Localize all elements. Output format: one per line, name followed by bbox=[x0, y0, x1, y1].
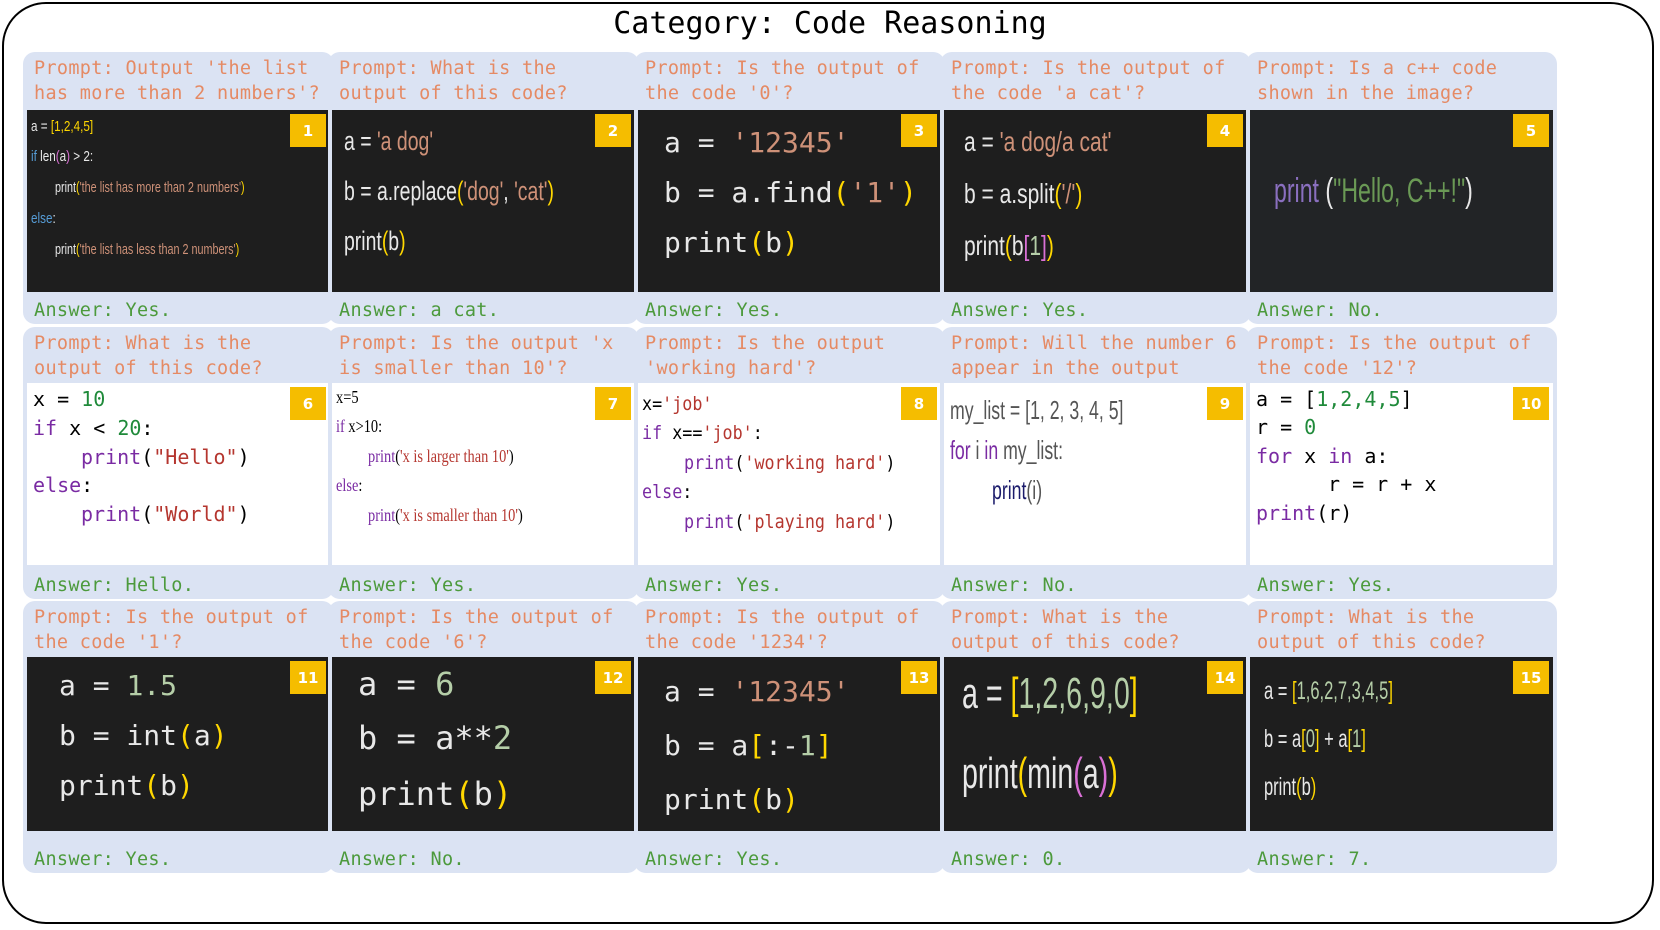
code-screenshot: 1 a = [1,2,4,5] if len(a) > 2: print('th… bbox=[27, 110, 330, 292]
example-card-12: Prompt: Is the output of the code '6'? 1… bbox=[328, 601, 639, 873]
answer-text: Answer: No. bbox=[951, 575, 1077, 596]
example-card-5: Prompt: Is a c++ code shown in the image… bbox=[1246, 52, 1557, 324]
prompt-text: Prompt: What is the output of this code? bbox=[339, 58, 568, 104]
code-screenshot: 6 x = 10 if x < 20: print("Hello") else:… bbox=[27, 383, 330, 565]
example-card-7: Prompt: Is the output 'x is smaller than… bbox=[328, 327, 639, 599]
figure-title: Category: Code Reasoning bbox=[613, 6, 1047, 41]
example-number-badge: 12 bbox=[595, 661, 631, 694]
answer-text: Answer: Yes. bbox=[1257, 575, 1395, 596]
answer-text: Answer: Hello. bbox=[34, 575, 195, 596]
code-screenshot: 4 a = 'a dog/a cat' b = a.split('/') pri… bbox=[944, 110, 1247, 292]
example-card-10: Prompt: Is the output of the code '12'? … bbox=[1246, 327, 1557, 599]
prompt-text: Prompt: Is the output 'working hard'? bbox=[645, 333, 897, 379]
code-screenshot: 12 a = 6 b = a**2 print(b) bbox=[332, 657, 635, 831]
example-card-15: Prompt: What is the output of this code?… bbox=[1246, 601, 1557, 873]
example-card-2: Prompt: What is the output of this code?… bbox=[328, 52, 639, 324]
example-card-8: Prompt: Is the output 'working hard'? 8 … bbox=[634, 327, 945, 599]
example-card-3: Prompt: Is the output of the code '0'? 3… bbox=[634, 52, 945, 324]
answer-text: Answer: Yes. bbox=[339, 575, 477, 596]
example-card-1: Prompt: Output 'the list has more than 2… bbox=[23, 52, 334, 324]
prompt-text: Prompt: Is the output of the code '12'? bbox=[1257, 333, 1543, 379]
example-number-badge: 15 bbox=[1513, 661, 1549, 694]
example-card-9: Prompt: Will the number 6 appear in the … bbox=[940, 327, 1251, 599]
example-card-13: Prompt: Is the output of the code '1234'… bbox=[634, 601, 945, 873]
example-card-6: Prompt: What is the output of this code?… bbox=[23, 327, 334, 599]
code-screenshot: 11 a = 1.5 b = int(a) print(b) bbox=[27, 657, 330, 831]
code-screenshot: 9 my_list = [1, 2, 3, 4, 5] for i in my_… bbox=[944, 383, 1247, 565]
prompt-text: Prompt: Output 'the list has more than 2… bbox=[34, 58, 320, 104]
answer-text: Answer: Yes. bbox=[645, 849, 783, 870]
example-number-badge: 10 bbox=[1513, 387, 1549, 420]
example-number-badge: 9 bbox=[1207, 387, 1243, 420]
example-card-14: Prompt: What is the output of this code?… bbox=[940, 601, 1251, 873]
prompt-text: Prompt: Is the output of the code '6'? bbox=[339, 607, 625, 653]
example-card-4: Prompt: Is the output of the code 'a cat… bbox=[940, 52, 1251, 324]
answer-text: Answer: Yes. bbox=[34, 300, 172, 321]
prompt-text: Prompt: Is the output of the code '0'? bbox=[645, 58, 931, 104]
prompt-text: Prompt: Is the output 'x is smaller than… bbox=[339, 333, 625, 379]
example-number-badge: 8 bbox=[901, 387, 937, 420]
code-screenshot: 5 print ("Hello, C++!") bbox=[1250, 110, 1553, 292]
code-screenshot: 8 x='job' if x=='job': print('working ha… bbox=[638, 383, 941, 565]
example-number-badge: 3 bbox=[901, 114, 937, 147]
code-screenshot: 14 a = [1,2,6,9,0] print(min(a)) bbox=[944, 657, 1247, 831]
prompt-text: Prompt: Is the output of the code '1'? bbox=[34, 607, 320, 653]
prompt-text: Prompt: What is the output of this code? bbox=[34, 333, 263, 379]
example-number-badge: 4 bbox=[1207, 114, 1243, 147]
code-screenshot: 10 a = [1,2,4,5] r = 0 for x in a: r = r… bbox=[1250, 383, 1553, 565]
example-number-badge: 5 bbox=[1513, 114, 1549, 147]
answer-text: Answer: Yes. bbox=[34, 849, 172, 870]
answer-text: Answer: Yes. bbox=[951, 300, 1089, 321]
example-number-badge: 7 bbox=[595, 387, 631, 420]
code-screenshot: 2 a = 'a dog' b = a.replace('dog', 'cat'… bbox=[332, 110, 635, 292]
answer-text: Answer: Yes. bbox=[645, 575, 783, 596]
code-screenshot: 13 a = '12345' b = a[:-1] print(b) bbox=[638, 657, 941, 831]
answer-text: Answer: 7. bbox=[1257, 849, 1372, 870]
example-number-badge: 2 bbox=[595, 114, 631, 147]
prompt-text: Prompt: Is the output of the code 'a cat… bbox=[951, 58, 1237, 104]
code-screenshot: 3 a = '12345' b = a.find('1') print(b) bbox=[638, 110, 941, 292]
answer-text: Answer: No. bbox=[1257, 300, 1383, 321]
example-number-badge: 11 bbox=[290, 661, 326, 694]
prompt-text: Prompt: Is the output of the code '1234'… bbox=[645, 607, 931, 653]
prompt-text: Prompt: Is a c++ code shown in the image… bbox=[1257, 58, 1509, 104]
prompt-text: Prompt: Will the number 6 appear in the … bbox=[951, 333, 1249, 379]
example-number-badge: 14 bbox=[1207, 661, 1243, 694]
answer-text: Answer: Yes. bbox=[645, 300, 783, 321]
code-screenshot: 15 a = [1,6,2,7,3,4,5] b = a[0] + a[1] p… bbox=[1250, 657, 1553, 831]
prompt-text: Prompt: What is the output of this code? bbox=[1257, 607, 1486, 653]
answer-text: Answer: 0. bbox=[951, 849, 1066, 870]
answer-text: Answer: No. bbox=[339, 849, 465, 870]
code-screenshot: 7 x=5 if x>10: print('x is larger than 1… bbox=[332, 383, 635, 565]
example-number-badge: 6 bbox=[290, 387, 326, 420]
example-number-badge: 13 bbox=[901, 661, 937, 694]
prompt-text: Prompt: What is the output of this code? bbox=[951, 607, 1180, 653]
example-number-badge: 1 bbox=[290, 114, 326, 147]
answer-text: Answer: a cat. bbox=[339, 300, 500, 321]
example-card-11: Prompt: Is the output of the code '1'? 1… bbox=[23, 601, 334, 873]
